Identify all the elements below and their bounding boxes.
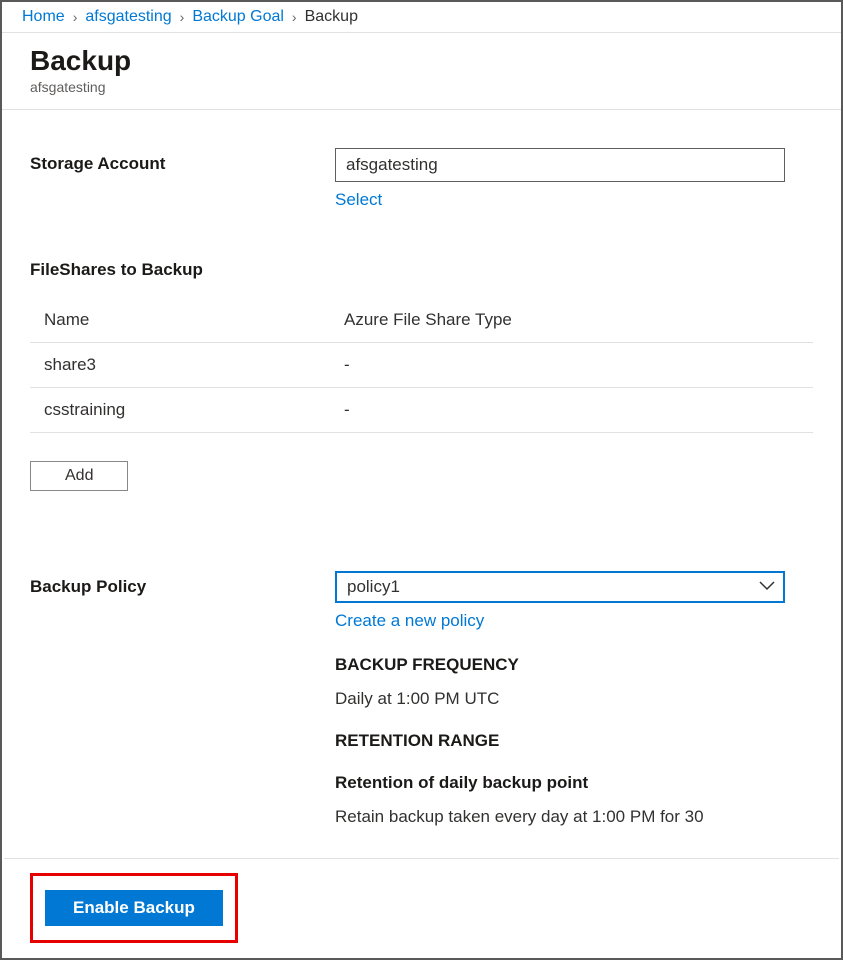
enable-backup-button[interactable]: Enable Backup <box>45 890 223 926</box>
chevron-right-icon: › <box>292 9 297 25</box>
storage-account-label: Storage Account <box>30 148 335 174</box>
table-row[interactable]: share3 - <box>30 343 813 388</box>
cell-type: - <box>330 343 813 388</box>
content-area: Storage Account Select FileShares to Bac… <box>2 110 841 896</box>
retention-text: Retain backup taken every day at 1:00 PM… <box>335 807 785 827</box>
highlight-annotation: Enable Backup <box>30 873 238 943</box>
chevron-right-icon: › <box>73 9 78 25</box>
add-button[interactable]: Add <box>30 461 128 491</box>
cell-type: - <box>330 388 813 433</box>
chevron-right-icon: › <box>180 9 185 25</box>
fileshares-table: Name Azure File Share Type share3 - csst… <box>30 298 813 433</box>
backup-policy-label: Backup Policy <box>30 571 335 597</box>
page-title: Backup <box>30 45 813 77</box>
page-header: Backup afsgatesting <box>2 33 841 110</box>
create-policy-link[interactable]: Create a new policy <box>335 611 484 631</box>
retention-range-heading: RETENTION RANGE <box>335 731 785 751</box>
breadcrumb: Home › afsgatesting › Backup Goal › Back… <box>2 2 841 33</box>
cell-name: share3 <box>30 343 330 388</box>
breadcrumb-link-backup-goal[interactable]: Backup Goal <box>192 8 284 26</box>
breadcrumb-link-home[interactable]: Home <box>22 8 65 26</box>
fileshares-heading: FileShares to Backup <box>30 260 813 280</box>
column-header-type: Azure File Share Type <box>330 298 813 343</box>
footer-bar: Enable Backup <box>4 858 839 956</box>
storage-account-input[interactable] <box>335 148 785 182</box>
backup-frequency-text: Daily at 1:00 PM UTC <box>335 689 785 709</box>
breadcrumb-current: Backup <box>305 8 358 26</box>
page-subtitle: afsgatesting <box>30 79 813 95</box>
breadcrumb-link-resource[interactable]: afsgatesting <box>85 8 171 26</box>
backup-frequency-heading: BACKUP FREQUENCY <box>335 655 785 675</box>
retention-sub-heading: Retention of daily backup point <box>335 773 785 793</box>
table-row[interactable]: csstraining - <box>30 388 813 433</box>
cell-name: csstraining <box>30 388 330 433</box>
storage-account-select-link[interactable]: Select <box>335 190 382 210</box>
column-header-name: Name <box>30 298 330 343</box>
backup-policy-select[interactable] <box>335 571 785 603</box>
